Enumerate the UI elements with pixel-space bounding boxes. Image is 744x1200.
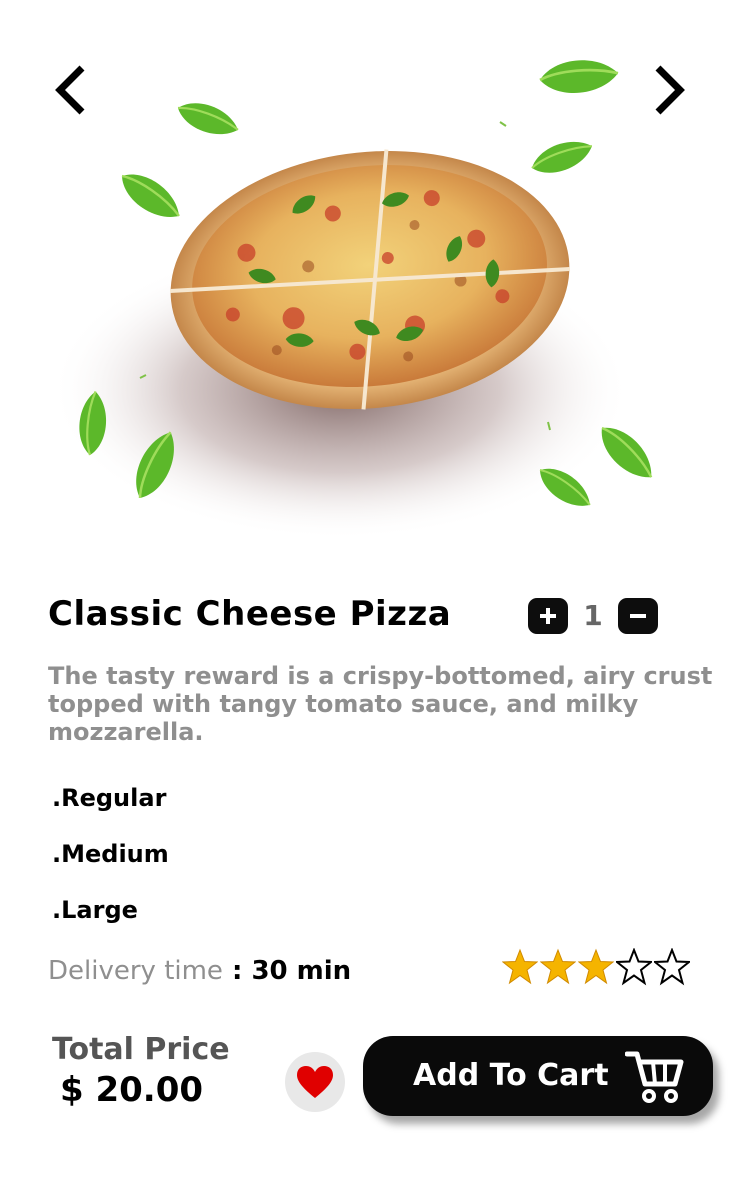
quantity-stepper: 1 xyxy=(528,598,660,634)
pizza-image xyxy=(40,60,704,540)
product-title: Classic Cheese Pizza xyxy=(48,594,452,634)
add-to-cart-label: Add To Cart xyxy=(413,1058,609,1093)
total-price-value: $ 20.00 xyxy=(60,1070,204,1110)
star-empty-icon[interactable] xyxy=(616,948,652,986)
minus-icon xyxy=(630,614,646,618)
star-filled-icon[interactable] xyxy=(540,948,576,986)
delivery-time: Delivery time : 30 min xyxy=(48,956,351,986)
star-filled-icon[interactable] xyxy=(502,948,538,986)
heart-icon xyxy=(297,1066,333,1098)
star-empty-icon[interactable] xyxy=(654,948,690,986)
add-to-cart-button[interactable]: Add To Cart xyxy=(363,1036,713,1116)
delivery-time-label: Delivery time xyxy=(48,956,223,986)
size-option-large[interactable]: .Large xyxy=(52,896,138,924)
delivery-time-value: : 30 min xyxy=(222,956,352,986)
quantity-value: 1 xyxy=(583,599,603,632)
product-description: The tasty reward is a crispy-bottomed, a… xyxy=(48,662,713,746)
rating-stars xyxy=(502,948,690,988)
size-option-medium[interactable]: .Medium xyxy=(52,840,169,868)
decrease-quantity-button[interactable] xyxy=(618,598,658,634)
size-option-regular[interactable]: .Regular xyxy=(52,784,166,812)
shopping-cart-icon xyxy=(625,1050,685,1104)
star-filled-icon[interactable] xyxy=(578,948,614,986)
total-price-label: Total Price xyxy=(52,1032,230,1067)
favorite-button[interactable] xyxy=(285,1052,345,1112)
increase-quantity-button[interactable] xyxy=(528,598,568,634)
plus-icon xyxy=(540,608,556,624)
